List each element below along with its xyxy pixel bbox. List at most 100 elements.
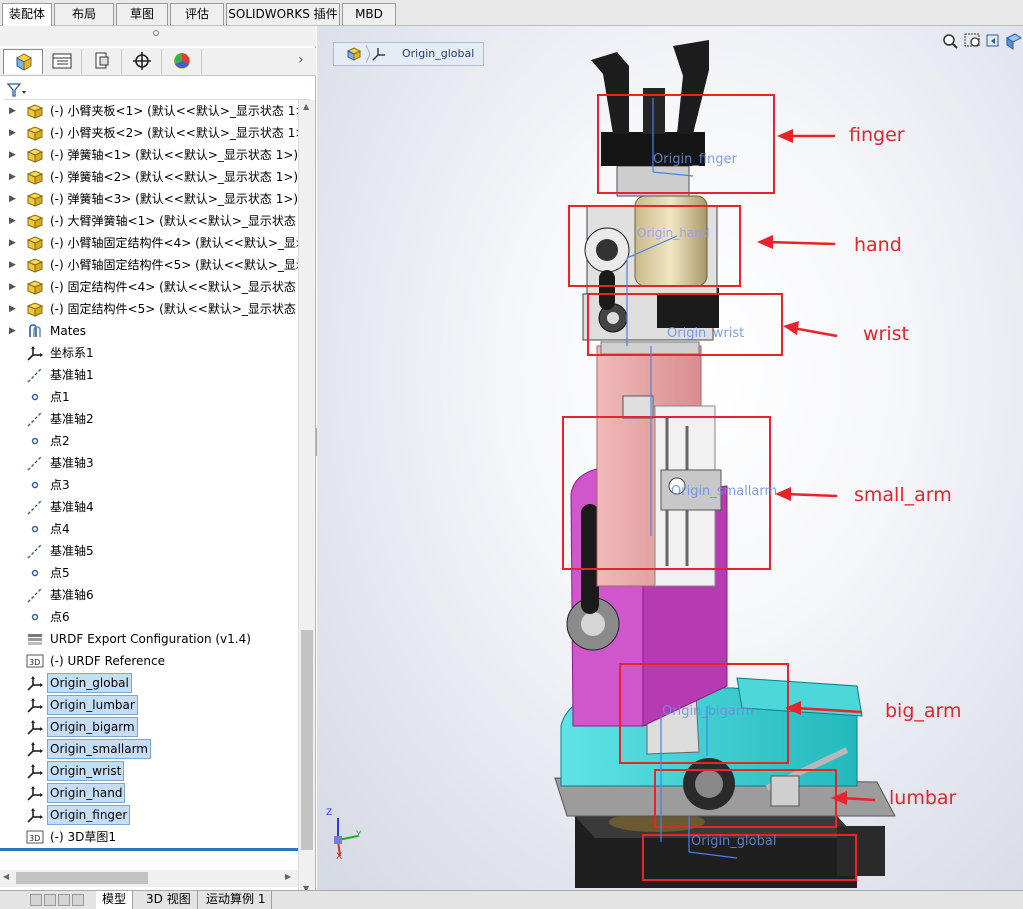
scroll-right-icon[interactable]: ▶ bbox=[285, 872, 291, 881]
tree-item[interactable]: 基准轴2 bbox=[0, 408, 298, 430]
tree-item-label: (-) 小臂轴固定结构件<4> (默认<<默认>_显示 bbox=[50, 236, 298, 250]
tab-assembly[interactable]: 装配体 bbox=[2, 3, 52, 27]
expand-arrow-icon[interactable]: ▶ bbox=[9, 166, 16, 188]
tree-item[interactable]: ▶ (-) 小臂夹板<2> (默认<<默认>_显示状态 1>) bbox=[0, 122, 298, 144]
assembly-icon bbox=[15, 53, 33, 71]
tree-item[interactable]: ▶ (-) 固定结构件<5> (默认<<默认>_显示状态 1 bbox=[0, 298, 298, 320]
tree-item[interactable]: Origin_wrist bbox=[0, 760, 298, 782]
part-icon bbox=[26, 257, 44, 273]
configuration-manager-tab[interactable] bbox=[82, 49, 122, 74]
scroll-left-icon[interactable]: ◀ bbox=[3, 872, 9, 881]
tree-item[interactable]: 3D (-) 3D草图1 bbox=[0, 826, 298, 848]
tree-item[interactable]: 点2 bbox=[0, 430, 298, 452]
tree-item-label: 基准轴5 bbox=[50, 544, 94, 558]
expand-arrow-icon[interactable]: ▶ bbox=[9, 144, 16, 166]
tree-item-label: 点4 bbox=[50, 522, 70, 536]
expand-arrow-icon[interactable]: ▶ bbox=[9, 254, 16, 276]
expand-arrow-icon[interactable]: ▶ bbox=[9, 122, 16, 144]
tree-item[interactable]: 基准轴3 bbox=[0, 452, 298, 474]
tree-item-label: 基准轴6 bbox=[50, 588, 94, 602]
tree-item-label: Origin_lumbar bbox=[47, 695, 138, 715]
axis-icon bbox=[26, 455, 44, 471]
tree-rollback-bar[interactable] bbox=[0, 848, 298, 851]
tree-item[interactable]: URDF Export Configuration (v1.4) bbox=[0, 628, 298, 650]
feature-manager-panel: › ▶ (-) 小臂夹板<1> (默认<<默认>_显示状态 1>) ▶ (-) 小臂夹… bbox=[0, 26, 316, 898]
tree-item[interactable]: ▶ (-) 小臂夹板<1> (默认<<默认>_显示状态 1>) bbox=[0, 100, 298, 122]
tree-item[interactable]: 点1 bbox=[0, 386, 298, 408]
tree-item[interactable]: 基准轴1 bbox=[0, 364, 298, 386]
tree-item[interactable]: Origin_global bbox=[0, 672, 298, 694]
tree-item[interactable]: ▶ (-) 固定结构件<4> (默认<<默认>_显示状态 1 bbox=[0, 276, 298, 298]
panel-grip-icon[interactable] bbox=[153, 30, 159, 36]
tab-mbd[interactable]: MBD bbox=[342, 3, 396, 25]
tree-filter[interactable] bbox=[4, 80, 310, 100]
tree-item[interactable]: 3D (-) URDF Reference bbox=[0, 650, 298, 672]
first-tab-button[interactable] bbox=[30, 894, 42, 906]
horizontal-scroll-thumb[interactable] bbox=[16, 872, 148, 884]
next-tab-button[interactable] bbox=[58, 894, 70, 906]
svg-text:3D: 3D bbox=[29, 658, 40, 667]
tree-item[interactable]: ▶ Mates bbox=[0, 320, 298, 342]
point-icon bbox=[26, 521, 44, 537]
previous-tab-button[interactable] bbox=[44, 894, 56, 906]
tab-3d-views[interactable]: 3D 视图 bbox=[140, 891, 198, 909]
tree-item[interactable]: Origin_hand bbox=[0, 782, 298, 804]
tab-solidworks-addins[interactable]: SOLIDWORKS 插件 bbox=[226, 3, 340, 25]
tree-item[interactable]: ▶ (-) 小臂轴固定结构件<5> (默认<<默认>_显示 bbox=[0, 254, 298, 276]
tree-item-label: 坐标系1 bbox=[50, 346, 94, 360]
axis-icon bbox=[26, 411, 44, 427]
expand-arrow-icon[interactable]: ▶ bbox=[9, 100, 16, 122]
tree-item-label: 点5 bbox=[50, 566, 70, 580]
tree-item[interactable]: ▶ (-) 弹簧轴<2> (默认<<默认>_显示状态 1>) bbox=[0, 166, 298, 188]
expand-arrow-icon[interactable]: ▶ bbox=[9, 232, 16, 254]
tree-item[interactable]: 点5 bbox=[0, 562, 298, 584]
display-manager-tab[interactable] bbox=[162, 49, 202, 74]
tree-item-label: (-) 固定结构件<5> (默认<<默认>_显示状态 1 bbox=[50, 302, 298, 316]
tree-item[interactable]: ▶ (-) 弹簧轴<3> (默认<<默认>_显示状态 1>) bbox=[0, 188, 298, 210]
expand-arrow-icon[interactable]: ▶ bbox=[9, 188, 16, 210]
tree-item[interactable]: 基准轴5 bbox=[0, 540, 298, 562]
tree-item[interactable]: Origin_lumbar bbox=[0, 694, 298, 716]
panel-header bbox=[0, 26, 316, 46]
tree-item[interactable]: Origin_smallarm bbox=[0, 738, 298, 760]
tab-model[interactable]: 模型 bbox=[96, 891, 134, 909]
scroll-up-icon[interactable]: ▲ bbox=[303, 102, 309, 111]
tree-item-label: URDF Export Configuration (v1.4) bbox=[50, 632, 251, 646]
dimxpert-tab[interactable] bbox=[122, 49, 162, 74]
coordinate-system-icon bbox=[26, 807, 44, 823]
part-icon bbox=[26, 301, 44, 317]
expand-arrow-icon[interactable]: ▶ bbox=[9, 320, 16, 342]
tree-item-label: 点1 bbox=[50, 390, 70, 404]
scroll-thumb[interactable] bbox=[301, 630, 313, 850]
tree-item[interactable]: 基准轴6 bbox=[0, 584, 298, 606]
tree-item[interactable]: Origin_finger bbox=[0, 804, 298, 826]
expand-arrow-icon[interactable]: ▶ bbox=[9, 276, 16, 298]
tab-evaluate[interactable]: 评估 bbox=[170, 3, 224, 25]
tree-item[interactable]: ▶ (-) 小臂轴固定结构件<4> (默认<<默认>_显示 bbox=[0, 232, 298, 254]
last-tab-button[interactable] bbox=[72, 894, 84, 906]
feature-manager-tab[interactable] bbox=[3, 49, 43, 74]
tree-item[interactable]: ▶ (-) 弹簧轴<1> (默认<<默认>_显示状态 1>) bbox=[0, 144, 298, 166]
tree-horizontal-scrollbar[interactable]: ◀ ▶ bbox=[0, 870, 298, 887]
tree-item[interactable]: 点3 bbox=[0, 474, 298, 496]
tree-item[interactable]: Origin_bigarm bbox=[0, 716, 298, 738]
axis-icon bbox=[26, 543, 44, 559]
sketch-3d-icon: 3D bbox=[26, 653, 44, 669]
property-manager-tab[interactable] bbox=[42, 49, 82, 74]
tree-item[interactable]: ▶ (-) 大臂弹簧轴<1> (默认<<默认>_显示状态 1 bbox=[0, 210, 298, 232]
tab-layout[interactable]: 布局 bbox=[54, 3, 114, 25]
tab-sketch[interactable]: 草图 bbox=[116, 3, 168, 25]
tab-motion-study[interactable]: 运动算例 1 bbox=[200, 891, 273, 909]
graphics-area[interactable]: Origin_global finger hand wrist small_ar… bbox=[317, 26, 1023, 890]
chevron-right-icon[interactable]: › bbox=[298, 52, 304, 68]
expand-arrow-icon[interactable]: ▶ bbox=[9, 210, 16, 232]
tree-vertical-scrollbar[interactable]: ▲ ▼ bbox=[298, 100, 315, 898]
tree-item[interactable]: 坐标系1 bbox=[0, 342, 298, 364]
part-icon bbox=[26, 125, 44, 141]
urdf-config-icon bbox=[26, 631, 44, 647]
tree-item[interactable]: 点6 bbox=[0, 606, 298, 628]
point-icon bbox=[26, 433, 44, 449]
tree-item[interactable]: 点4 bbox=[0, 518, 298, 540]
tree-item[interactable]: 基准轴4 bbox=[0, 496, 298, 518]
expand-arrow-icon[interactable]: ▶ bbox=[9, 298, 16, 320]
